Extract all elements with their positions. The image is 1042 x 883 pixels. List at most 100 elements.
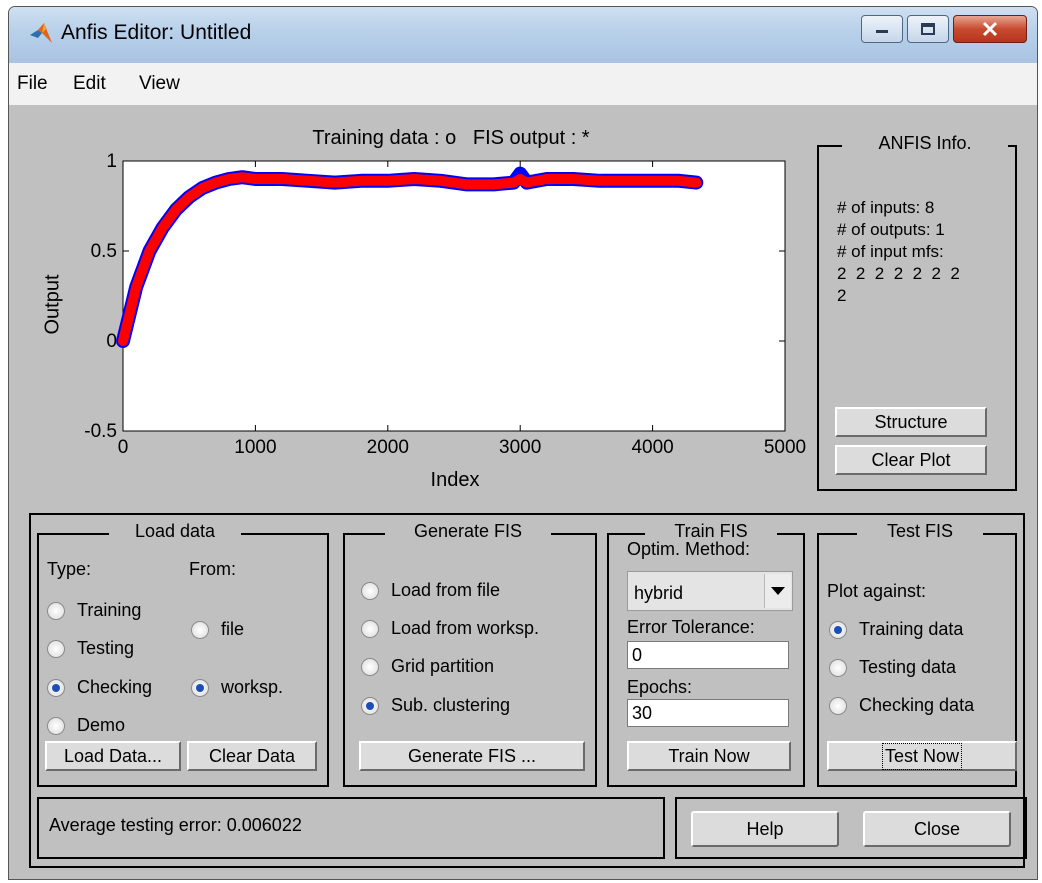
fis-output-point — [145, 247, 154, 255]
type-training-radio[interactable] — [47, 602, 65, 620]
fis-output-point — [238, 173, 247, 182]
minimize-button[interactable] — [861, 15, 903, 43]
type-demo-label: Demo — [77, 715, 126, 735]
test-checking-label: Checking data — [859, 695, 975, 715]
type-label: Type: — [47, 559, 92, 579]
close-icon — [982, 21, 998, 37]
help-button[interactable]: Help — [691, 811, 839, 847]
train-now-button-label: Train Now — [668, 745, 750, 766]
menu-edit[interactable]: Edit — [73, 73, 106, 95]
menu-view[interactable]: View — [139, 73, 180, 95]
maximize-button[interactable] — [907, 15, 949, 43]
fis-output-point — [198, 184, 207, 192]
fis-output-point — [436, 176, 445, 185]
dropdown-button[interactable] — [764, 574, 791, 608]
close-button-label: Close — [913, 818, 961, 839]
test-training-label: Training data — [859, 619, 964, 639]
test-testing-radio[interactable] — [829, 659, 847, 677]
load-data-button[interactable]: Load Data... — [45, 741, 181, 771]
x-tick-label: 3000 — [499, 437, 541, 458]
fis-output-point — [132, 283, 141, 291]
optim-method-value: hybrid — [634, 583, 684, 603]
fis-output-point — [648, 176, 657, 185]
from-file-radio[interactable] — [191, 621, 209, 639]
fis-output-point — [158, 223, 167, 232]
clear-plot-button[interactable]: Clear Plot — [835, 445, 987, 475]
close-window-button[interactable] — [953, 15, 1027, 43]
fis-output-point — [542, 175, 551, 183]
fis-output-point — [522, 178, 531, 187]
epochs-input[interactable]: 30 — [627, 699, 789, 727]
fis-output-point — [211, 178, 220, 187]
fis-output-point — [489, 180, 498, 189]
fis-output-point — [463, 180, 472, 189]
clear-data-button-label: Clear Data — [208, 745, 296, 766]
generate-fis-button-label: Generate FIS ... — [407, 745, 537, 766]
fis-output-point — [330, 178, 339, 187]
type-testing-radio[interactable] — [47, 640, 65, 658]
type-demo-radio[interactable] — [47, 717, 65, 735]
test-checking-radio[interactable] — [829, 697, 847, 715]
anfis-info-mfs-label: # of input mfs: — [837, 242, 944, 261]
anfis-info-mfs-values: 2 2 2 2 2 2 2 — [837, 264, 960, 283]
matlab-logo-icon — [30, 23, 52, 43]
test-now-button[interactable]: Test Now — [827, 741, 1017, 771]
fis-output-point — [410, 175, 419, 183]
chevron-down-icon — [771, 587, 785, 595]
from-file-label: file — [221, 619, 245, 639]
type-testing-label: Testing — [77, 638, 135, 658]
gen-grid-partition-label: Grid partition — [391, 656, 495, 676]
window-title: Anfis Editor: Untitled — [61, 21, 252, 44]
anfis-info-outputs: # of outputs: 1 — [837, 220, 945, 239]
fis-output-point — [622, 176, 631, 185]
from-workspace-radio[interactable] — [191, 679, 209, 697]
client-area: Training data : o FIS output : * Index O… — [9, 105, 1037, 879]
fis-output-point — [675, 176, 684, 185]
optim-method-select[interactable]: hybrid — [627, 571, 793, 611]
fis-output-point — [277, 175, 286, 183]
fis-output-point — [595, 176, 604, 185]
anfis-info-mfs-last: 2 — [837, 286, 847, 305]
y-tick-label: 1 — [106, 151, 117, 172]
x-tick-label: 1000 — [234, 437, 276, 458]
training-plot: 0 1000 2000 3000 4000 500010.50-0.5 — [84, 151, 806, 458]
from-workspace-label: worksp. — [221, 677, 284, 697]
epochs-label: Epochs: — [627, 677, 693, 697]
fis-output-point — [383, 176, 392, 185]
structure-button-label: Structure — [874, 411, 948, 432]
generate-fis-button[interactable]: Generate FIS ... — [359, 741, 585, 771]
type-checking-radio[interactable] — [47, 679, 65, 697]
y-tick-label: 0 — [106, 331, 117, 352]
fis-output-point — [251, 175, 260, 183]
plot-area — [122, 160, 786, 432]
menu-file[interactable]: File — [17, 73, 48, 95]
train-now-button[interactable]: Train Now — [627, 741, 791, 771]
fis-output-point — [357, 176, 366, 185]
gen-load-workspace-label: Load from worksp. — [391, 618, 540, 638]
gen-sub-clustering-label: Sub. clustering — [391, 695, 511, 715]
status-box: Average testing error: 0.006022 — [37, 797, 665, 859]
x-tick-label: 4000 — [631, 437, 673, 458]
type-checking-label: Checking — [77, 677, 153, 697]
close-button[interactable]: Close — [863, 811, 1011, 847]
error-tolerance-input[interactable]: 0 — [627, 641, 789, 669]
y-tick-label: 0.5 — [91, 241, 117, 262]
gen-load-file-radio[interactable] — [361, 582, 379, 600]
clear-data-button[interactable]: Clear Data — [187, 741, 317, 771]
title-bar[interactable]: Anfis Editor: Untitled — [9, 7, 1037, 63]
test-training-radio[interactable] — [829, 621, 847, 639]
structure-button[interactable]: Structure — [835, 407, 987, 437]
minimize-icon — [876, 30, 888, 33]
load-data-title: Load data — [109, 521, 241, 542]
test-fis-title: Test FIS — [857, 521, 983, 542]
gen-sub-clustering-radio[interactable] — [361, 697, 379, 715]
gen-load-workspace-radio[interactable] — [361, 620, 379, 638]
clear-plot-button-label: Clear Plot — [871, 449, 951, 470]
test-now-button-label: Test Now — [881, 742, 963, 770]
type-training-label: Training — [77, 600, 142, 620]
fis-output-point — [119, 337, 127, 345]
optim-method-label: Optim. Method: — [627, 539, 751, 559]
status-text: Average testing error: 0.006022 — [49, 815, 302, 835]
gen-grid-partition-radio[interactable] — [361, 658, 379, 676]
from-label: From: — [189, 559, 236, 579]
